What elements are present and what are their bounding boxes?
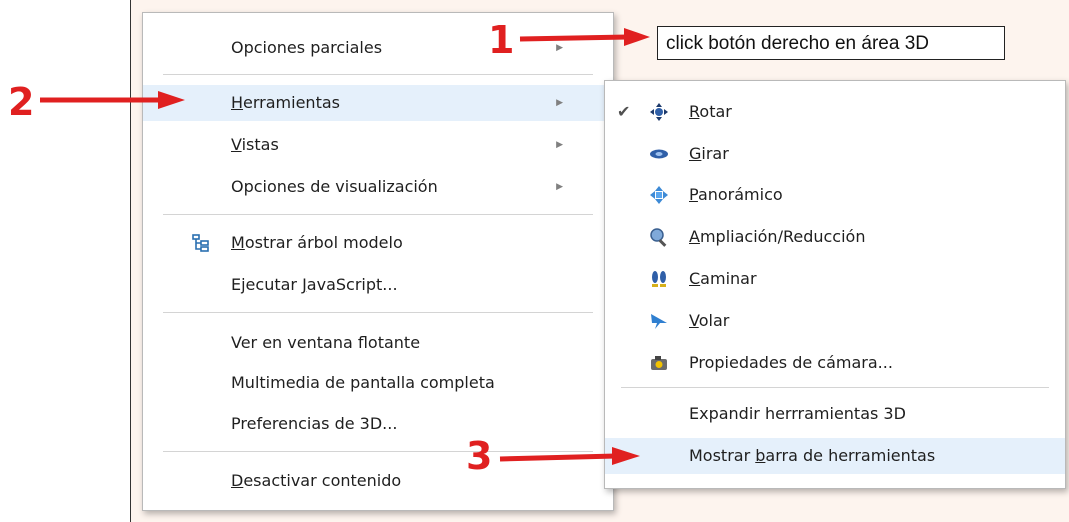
submenu-item-label: Panorámico xyxy=(689,185,783,204)
menu-item-label: Ejecutar JavaScript... xyxy=(231,275,398,294)
submenu-arrow-icon: ▶ xyxy=(556,182,563,192)
pan-icon xyxy=(650,186,668,204)
submenu-item-pan[interactable]: Panorámico xyxy=(605,177,1065,213)
menu-item-floating-window[interactable]: Ver en ventana flotante xyxy=(143,325,613,361)
fly-icon xyxy=(651,314,667,329)
submenu-item-label: Expandir herrramientas 3D xyxy=(689,404,906,423)
red-arrow-icon xyxy=(519,28,650,46)
menu-item-label: Ver en ventana flotante xyxy=(231,333,421,352)
step-number-1: 1 xyxy=(488,18,515,62)
menu-separator xyxy=(163,74,593,75)
menu-item-label: Multimedia de pantalla completa xyxy=(231,373,495,392)
submenu-item-label: Ampliación/Reducción xyxy=(689,227,866,246)
menu-item-label: Opciones parciales xyxy=(231,38,383,57)
submenu-item-fly[interactable]: Volar xyxy=(605,303,1065,339)
red-arrow-icon xyxy=(499,447,640,465)
menu-item-3d-preferences[interactable]: Preferencias de 3D... xyxy=(143,406,613,442)
submenu-item-expand-3d-tools[interactable]: Expandir herrramientas 3D xyxy=(605,396,1065,432)
menu-separator xyxy=(621,387,1049,388)
menu-item-fullscreen-multimedia[interactable]: Multimedia de pantalla completa xyxy=(143,365,613,401)
menu-item-label: Mostrar árbol modelo xyxy=(231,233,403,252)
walk-icon xyxy=(652,271,666,287)
menu-item-run-javascript[interactable]: Ejecutar JavaScript... xyxy=(143,267,613,303)
submenu-item-camera-properties[interactable]: Propiedades de cámara... xyxy=(605,345,1065,381)
submenu-item-walk[interactable]: Caminar xyxy=(605,261,1065,297)
submenu-item-rotate[interactable]: ✔ Rotar xyxy=(605,94,1065,130)
submenu-arrow-icon: ▶ xyxy=(556,140,563,150)
menu-separator xyxy=(163,214,593,215)
submenu-item-label: Girar xyxy=(689,144,729,163)
menu-item-label: Herramientas xyxy=(231,93,340,112)
model-tree-icon xyxy=(192,234,209,252)
menu-item-label: Vistas xyxy=(231,135,279,154)
submenu-item-show-toolbar[interactable]: Mostrar barra de herramientas xyxy=(605,438,1065,474)
tools-submenu: ✔ Rotar Girar Panorámico Ampliación/Redu… xyxy=(604,80,1066,489)
submenu-item-label: Volar xyxy=(689,311,730,330)
menu-item-label: Opciones de visualización xyxy=(231,177,438,196)
menu-item-show-model-tree[interactable]: Mostrar árbol modelo xyxy=(143,225,613,261)
checkmark-icon: ✔ xyxy=(617,102,631,121)
submenu-item-label: Propiedades de cámara... xyxy=(689,353,893,372)
menu-item-display-options[interactable]: Opciones de visualización ▶ xyxy=(143,169,613,205)
submenu-item-label: Mostrar barra de herramientas xyxy=(689,446,936,465)
submenu-item-zoom[interactable]: Ampliación/Reducción xyxy=(605,219,1065,255)
menu-item-tools[interactable]: Herramientas ▶ xyxy=(143,85,613,121)
zoom-icon xyxy=(650,228,667,247)
rotate-icon xyxy=(650,103,668,121)
context-menu: Opciones parciales ▶ Herramientas ▶ Vist… xyxy=(142,12,614,511)
spin-icon xyxy=(650,149,668,159)
menu-separator xyxy=(163,312,593,313)
camera-icon xyxy=(651,356,667,370)
submenu-item-label: Rotar xyxy=(689,102,732,121)
step-number-2: 2 xyxy=(8,80,35,124)
submenu-item-spin[interactable]: Girar xyxy=(605,136,1065,172)
menu-item-label: Preferencias de 3D... xyxy=(231,414,398,433)
red-arrow-icon xyxy=(40,91,185,109)
submenu-item-label: Caminar xyxy=(689,269,757,288)
step-number-3: 3 xyxy=(466,434,493,478)
submenu-arrow-icon: ▶ xyxy=(556,98,563,108)
menu-item-label: Desactivar contenido xyxy=(231,471,402,490)
menu-item-views[interactable]: Vistas ▶ xyxy=(143,127,613,163)
instruction-callout: click botón derecho en área 3D xyxy=(657,26,1005,60)
